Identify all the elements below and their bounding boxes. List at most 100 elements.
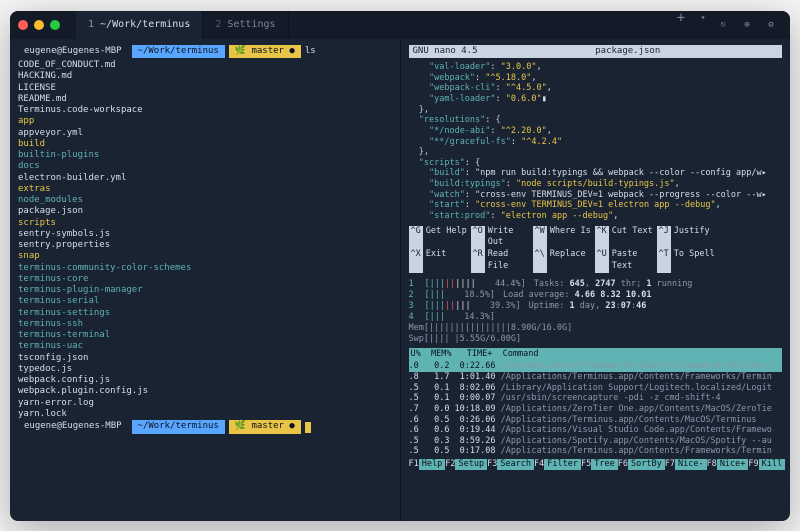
file-entry: terminus-community-color-schemes xyxy=(18,263,392,274)
traffic-lights xyxy=(18,20,60,30)
minimize-icon[interactable] xyxy=(34,20,44,30)
tab-bar: 1 ~/Work/terminus 2 Settings + ▾ xyxy=(76,11,710,39)
titlebar: 1 ~/Work/terminus 2 Settings + ▾ ⎋ ⊕ ⚙ xyxy=(10,11,790,39)
nano-shortcut: ^WWhere Is xyxy=(533,226,595,250)
file-entry: typedoc.js xyxy=(18,364,392,375)
process-row: .5 0.1 0:00.07 /usr/sbin/screencapture -… xyxy=(409,393,783,404)
tab-2[interactable]: 2 Settings xyxy=(203,11,288,39)
file-entry: app xyxy=(18,116,392,127)
nano-shortcut: ^OWrite Out xyxy=(471,226,533,250)
process-row: .7 0.0 10:18.09 /Applications/ZeroTier O… xyxy=(409,404,783,415)
nano-shortcut: ^UPaste Text xyxy=(595,249,657,273)
file-entry: terminus-uac xyxy=(18,341,392,352)
close-icon[interactable] xyxy=(18,20,28,30)
file-entry: sentry-symbols.js xyxy=(18,229,392,240)
tab-label: Settings xyxy=(227,19,275,30)
cpu-row: 1[||||||||| 44.4%] Tasks: 645, 2747 thr;… xyxy=(409,279,783,290)
split-panes: eugene@Eugenes-MBP ~/Work/terminus 🌿 mas… xyxy=(10,39,790,521)
fkey: F7Nice- xyxy=(665,459,707,470)
prompt-user: eugene@Eugenes-MBP xyxy=(18,45,128,59)
prompt-branch: 🌿 master ● xyxy=(229,45,301,59)
fkey: F5Tree xyxy=(581,459,618,470)
file-entry: Terminus.code-workspace xyxy=(18,105,392,116)
process-row: .0 0.2 0:22.66 /System/Library/Framework… xyxy=(409,361,783,372)
file-entry: scripts xyxy=(18,218,392,229)
file-entry: terminus-serial xyxy=(18,296,392,307)
file-entry: webpack.plugin.config.js xyxy=(18,386,392,397)
file-entry: docs xyxy=(18,161,392,172)
fkey: F6SortBy xyxy=(618,459,665,470)
fkey: F8Nice+ xyxy=(707,459,749,470)
right-pane[interactable]: GNU nano 4.5 package.json "val-loader": … xyxy=(401,39,791,521)
nano-content: "val-loader": "3.0.0", "webpack": "^5.18… xyxy=(409,62,783,221)
tab-index: 2 xyxy=(215,19,221,30)
command: ls xyxy=(305,46,316,58)
file-entry: build xyxy=(18,139,392,150)
serial-icon[interactable]: ⎋ xyxy=(716,18,730,32)
file-entry: terminus-settings xyxy=(18,308,392,319)
process-row: .6 0.5 0:26.06 /Applications/Terminus.ap… xyxy=(409,415,783,426)
process-row: .8 1.7 1:01.40 /Applications/Terminus.ap… xyxy=(409,372,783,383)
file-entry: extras xyxy=(18,184,392,195)
file-entry: snap xyxy=(18,251,392,262)
prompt-branch: 🌿 master ● xyxy=(229,420,301,434)
process-row: .6 0.6 0:19.44 /Applications/Visual Stud… xyxy=(409,425,783,436)
file-entry: terminus-ssh xyxy=(18,319,392,330)
nano-shortcut: ^JJustify xyxy=(657,226,719,250)
nano-title: GNU nano 4.5 xyxy=(413,46,478,58)
file-entry: builtin-plugins xyxy=(18,150,392,161)
cpu-row: 4[||| 14.3%] xyxy=(409,312,783,323)
nano-shortcut: ^TTo Spell xyxy=(657,249,719,273)
file-entry: appveyor.yml xyxy=(18,128,392,139)
window-actions: ⎋ ⊕ ⚙ xyxy=(716,18,782,32)
nano-shortcut: ^RRead File xyxy=(471,249,533,273)
tab-label: ~/Work/terminus xyxy=(100,19,190,30)
file-entry: terminus-core xyxy=(18,274,392,285)
process-list: .0 0.2 0:22.66 /System/Library/Framework… xyxy=(409,361,783,457)
nano-shortcuts: ^GGet Help^OWrite Out^WWhere Is^KCut Tex… xyxy=(409,226,783,274)
prompt-path: ~/Work/terminus xyxy=(132,420,225,434)
cpu-row: 2[||| 18.5%] Load average: 4.66 8.32 10.… xyxy=(409,290,783,301)
fkey: F3Search xyxy=(487,459,534,470)
zoom-icon[interactable] xyxy=(50,20,60,30)
new-tab-button[interactable]: + xyxy=(674,11,688,25)
htop-fkeys: F1HelpF2SetupF3SearchF4FilterF5TreeF6Sor… xyxy=(409,459,783,470)
prompt-line-2: eugene@Eugenes-MBP ~/Work/terminus 🌿 mas… xyxy=(18,420,392,434)
file-entry: sentry.properties xyxy=(18,240,392,251)
htop-panel: 1[||||||||| 44.4%] Tasks: 645, 2747 thr;… xyxy=(409,279,783,470)
file-entry: CODE_OF_CONDUCT.md xyxy=(18,60,392,71)
process-row: .5 0.3 8:59.26 /Applications/Spotify.app… xyxy=(409,436,783,447)
file-entry: package.json xyxy=(18,206,392,217)
file-entry: node_modules xyxy=(18,195,392,206)
gear-icon[interactable]: ⚙ xyxy=(764,18,778,32)
nano-header: GNU nano 4.5 package.json xyxy=(409,45,783,59)
file-entry: terminus-plugin-manager xyxy=(18,285,392,296)
prompt-line: eugene@Eugenes-MBP ~/Work/terminus 🌿 mas… xyxy=(18,45,392,59)
cursor xyxy=(305,422,311,433)
cpu-row: 3[|||||||| 39.3%] Uptime: 1 day, 23:07:4… xyxy=(409,301,783,312)
file-entry: webpack.config.js xyxy=(18,375,392,386)
file-entry: README.md xyxy=(18,94,392,105)
nano-shortcut xyxy=(719,226,781,250)
tab-index: 1 xyxy=(88,19,94,30)
fkey: F1Help xyxy=(409,459,446,470)
globe-icon[interactable]: ⊕ xyxy=(740,18,754,32)
process-header: U% MEM% TIME+ Command xyxy=(409,348,783,361)
chevron-down-icon[interactable]: ▾ xyxy=(696,11,710,25)
mem-bar: Mem[||||||||||||||||8.90G/16.0G] xyxy=(409,323,573,333)
left-pane[interactable]: eugene@Eugenes-MBP ~/Work/terminus 🌿 mas… xyxy=(10,39,401,521)
terminal-window: 1 ~/Work/terminus 2 Settings + ▾ ⎋ ⊕ ⚙ e… xyxy=(10,11,790,521)
file-entry: terminus-terminal xyxy=(18,330,392,341)
file-entry: LICENSE xyxy=(18,83,392,94)
process-row: .5 0.1 8:02.06 /Library/Application Supp… xyxy=(409,383,783,394)
file-entry: electron-builder.yml xyxy=(18,173,392,184)
fkey: F2Setup xyxy=(445,459,487,470)
file-entry: yarn.lock xyxy=(18,409,392,420)
tab-1[interactable]: 1 ~/Work/terminus xyxy=(76,11,203,39)
nano-file: package.json xyxy=(595,46,660,58)
fkey: F4Filter xyxy=(534,459,581,470)
prompt-user: eugene@Eugenes-MBP xyxy=(18,420,128,434)
nano-shortcut: ^KCut Text xyxy=(595,226,657,250)
prompt-path: ~/Work/terminus xyxy=(132,45,225,59)
ls-output: CODE_OF_CONDUCT.mdHACKING.mdLICENSEREADM… xyxy=(18,60,392,420)
